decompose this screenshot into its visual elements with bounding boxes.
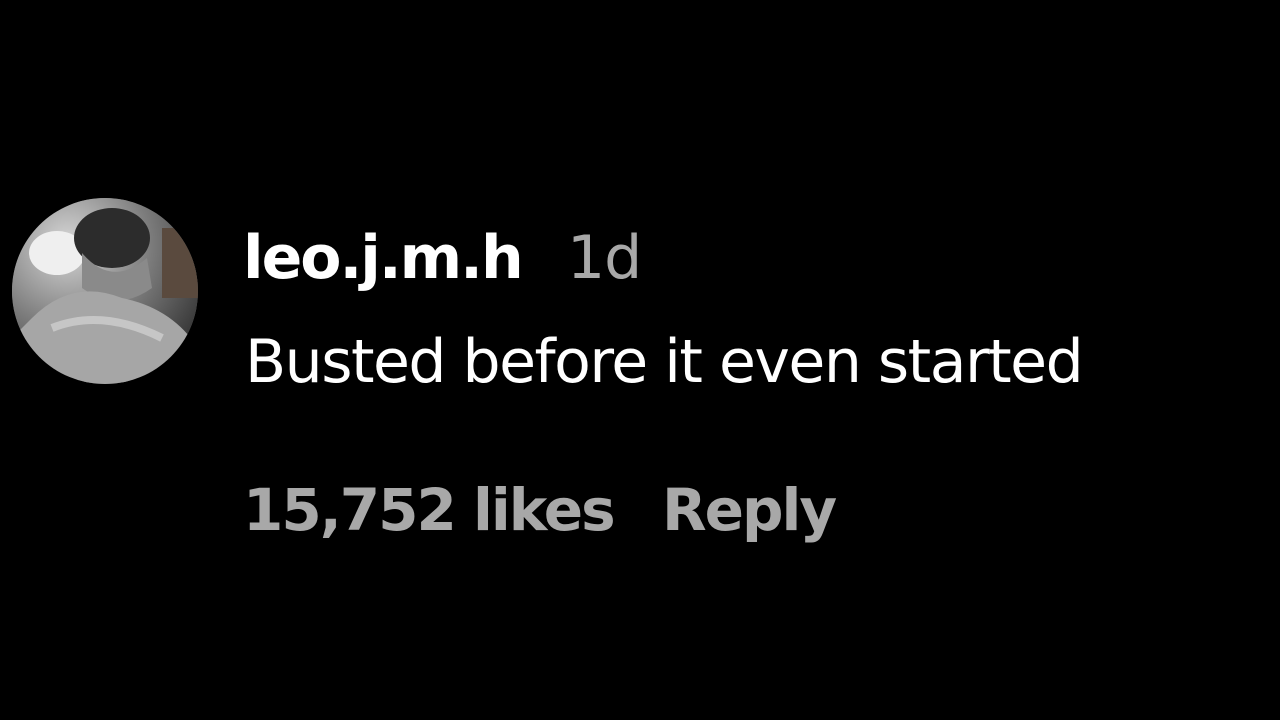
comment-text: Busted before it even started — [245, 327, 1084, 397]
comment: leo.j.m.h 1d Busted before it even start… — [0, 0, 1280, 720]
username[interactable]: leo.j.m.h — [243, 218, 524, 298]
reply-button[interactable]: Reply — [662, 470, 837, 550]
avatar[interactable] — [12, 198, 198, 384]
timestamp: 1d — [567, 223, 642, 293]
avatar-photo-icon — [12, 198, 198, 384]
likes-count[interactable]: 15,752 likes — [243, 470, 616, 550]
